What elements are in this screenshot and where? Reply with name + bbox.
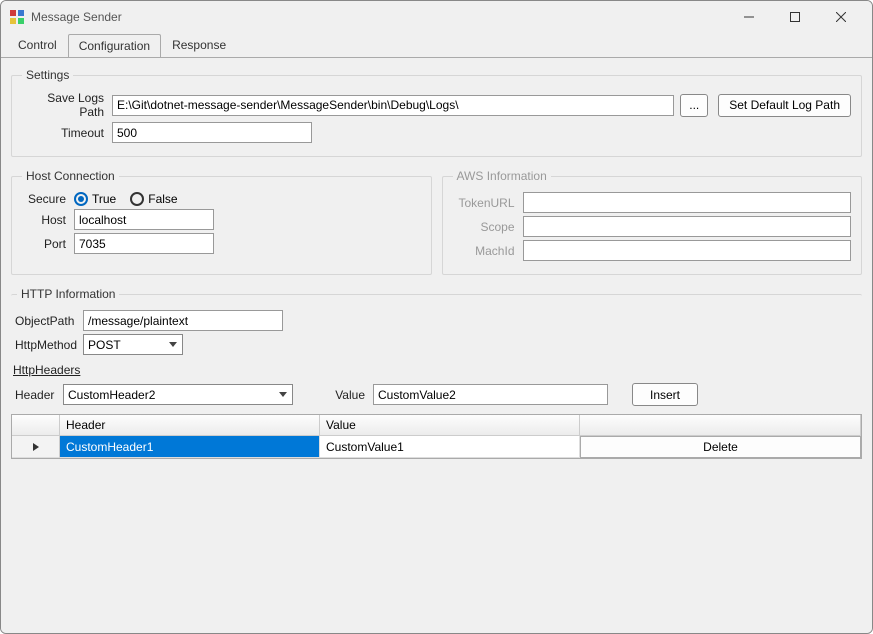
tab-strip: Control Configuration Response — [1, 33, 872, 57]
timeout-input[interactable] — [112, 122, 312, 143]
tab-configuration[interactable]: Configuration — [68, 34, 161, 58]
httpmethod-select[interactable]: POST — [83, 334, 183, 355]
value-label: Value — [293, 388, 373, 402]
delete-row-button[interactable]: Delete — [580, 436, 861, 458]
title-bar: Message Sender — [1, 1, 872, 33]
http-information-legend: HTTP Information — [17, 287, 119, 301]
host-aws-row: Host Connection Secure True False Host — [11, 165, 862, 283]
host-label: Host — [22, 213, 74, 227]
secure-label: Secure — [22, 192, 74, 206]
grid-header-rowselector — [12, 415, 60, 436]
secure-false-radio[interactable]: False — [130, 192, 177, 206]
scope-input — [523, 216, 852, 237]
tab-control[interactable]: Control — [7, 33, 68, 57]
tab-response[interactable]: Response — [161, 33, 237, 57]
machid-label: MachId — [453, 244, 523, 258]
httpmethod-label: HttpMethod — [11, 338, 83, 352]
grid-header-action — [580, 415, 861, 436]
radio-selected-icon — [74, 192, 88, 206]
secure-true-label: True — [92, 192, 116, 206]
grid-cell-value[interactable]: CustomValue1 — [320, 436, 580, 458]
close-button[interactable] — [818, 2, 864, 32]
save-logs-path-input[interactable] — [112, 95, 674, 116]
aws-information-legend: AWS Information — [453, 169, 551, 183]
app-window: Message Sender Control Configuration Res… — [0, 0, 873, 634]
tab-content-configuration: Settings Save Logs Path ... Set Default … — [1, 57, 872, 633]
machid-input — [523, 240, 852, 261]
secure-true-radio[interactable]: True — [74, 192, 116, 206]
tokenurl-label: TokenURL — [453, 196, 523, 210]
http-headers-grid: Header Value CustomHeader1 CustomValue1 … — [11, 414, 862, 459]
settings-legend: Settings — [22, 68, 73, 82]
browse-logs-path-button[interactable]: ... — [680, 94, 708, 117]
save-logs-path-label: Save Logs Path — [22, 91, 112, 119]
host-connection-group: Host Connection Secure True False Host — [11, 169, 432, 275]
grid-header-value[interactable]: Value — [320, 415, 580, 436]
port-label: Port — [22, 237, 74, 251]
http-information-group: HTTP Information ObjectPath HttpMethod P… — [11, 287, 862, 469]
tokenurl-input — [523, 192, 852, 213]
app-icon — [9, 9, 25, 25]
settings-group: Settings Save Logs Path ... Set Default … — [11, 68, 862, 157]
minimize-button[interactable] — [726, 2, 772, 32]
header-value-input[interactable] — [373, 384, 608, 405]
grid-cell-header[interactable]: CustomHeader1 — [60, 436, 320, 458]
grid-header-row: Header Value — [12, 415, 861, 436]
set-default-log-path-button[interactable]: Set Default Log Path — [718, 94, 851, 117]
objectpath-input[interactable] — [83, 310, 283, 331]
row-indicator-icon — [12, 436, 60, 458]
table-row[interactable]: CustomHeader1 CustomValue1 Delete — [12, 436, 861, 458]
port-input[interactable] — [74, 233, 214, 254]
host-input[interactable] — [74, 209, 214, 230]
scope-label: Scope — [453, 220, 523, 234]
httpmethod-value: POST — [88, 338, 121, 352]
header-name-value: CustomHeader2 — [68, 388, 155, 402]
objectpath-label: ObjectPath — [11, 314, 83, 328]
secure-false-label: False — [148, 192, 177, 206]
header-label: Header — [11, 388, 63, 402]
radio-unselected-icon — [130, 192, 144, 206]
host-connection-legend: Host Connection — [22, 169, 119, 183]
header-name-select[interactable]: CustomHeader2 — [63, 384, 293, 405]
httpheaders-section-label: HttpHeaders — [13, 363, 862, 377]
timeout-label: Timeout — [22, 126, 112, 140]
aws-information-group: AWS Information TokenURL Scope MachId — [442, 169, 863, 275]
grid-header-header[interactable]: Header — [60, 415, 320, 436]
maximize-button[interactable] — [772, 2, 818, 32]
insert-header-button[interactable]: Insert — [632, 383, 698, 406]
window-title: Message Sender — [31, 10, 726, 24]
